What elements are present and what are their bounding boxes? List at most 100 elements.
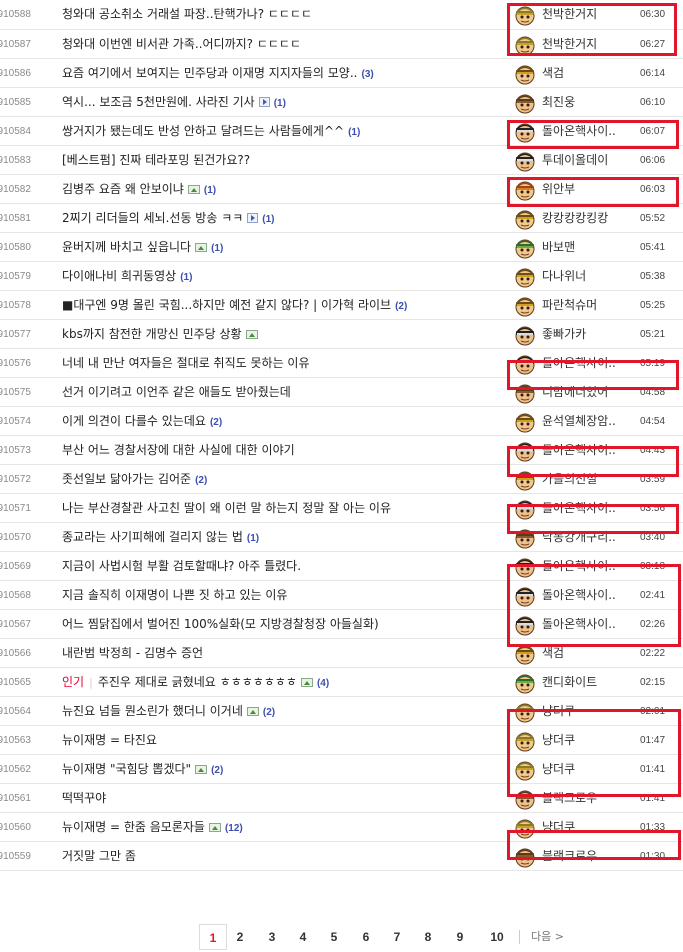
next-page-link[interactable]: 다음 >: [531, 924, 564, 950]
author-nickname[interactable]: 블랙크로우: [542, 784, 597, 813]
comment-count[interactable]: (2): [263, 707, 275, 718]
comment-count[interactable]: (4): [317, 678, 329, 689]
post-title-link[interactable]: 뉴이재명 = 타진요: [62, 733, 157, 747]
comment-count[interactable]: (3): [361, 69, 373, 80]
post-title-link[interactable]: 선거 이기려고 이언주 같은 애들도 받아줬는데: [62, 385, 291, 399]
avatar-icon: [514, 411, 536, 433]
comment-count[interactable]: (1): [180, 272, 192, 283]
author-nickname[interactable]: 돌아온핵사이..: [542, 581, 616, 610]
post-title-link[interactable]: 뉴이재명 "국힘당 뽑겠다": [62, 762, 191, 776]
author-nickname[interactable]: 돌아온핵사이..: [542, 494, 616, 523]
post-title-link[interactable]: 쌍거지가 됐는데도 반성 안하고 달려드는 사람들에게^^: [62, 124, 344, 138]
page-link-8[interactable]: 8: [421, 924, 435, 950]
post-title-link[interactable]: 나는 부산경찰관 사고친 딸이 왜 이런 말 하는지 정말 잘 아는 이유: [62, 501, 391, 515]
comment-count[interactable]: (2): [211, 765, 223, 776]
author-nickname[interactable]: 가을의전설: [542, 465, 597, 494]
author-nickname[interactable]: 돌아온핵사이..: [542, 349, 616, 378]
author-nickname[interactable]: 최진웅: [542, 88, 575, 117]
post-title-cell: 좃선일보 닮아가는 김어준 (2): [62, 465, 207, 495]
author-nickname[interactable]: 좋빠가카: [542, 320, 586, 349]
comment-count[interactable]: (1): [262, 214, 274, 225]
comment-count[interactable]: (1): [211, 243, 223, 254]
comment-count[interactable]: (1): [274, 98, 286, 109]
post-title-link[interactable]: 다이애나비 희귀동영상: [62, 269, 176, 283]
page-link-6[interactable]: 6: [359, 924, 373, 950]
author-nickname[interactable]: 천박한거지: [542, 30, 597, 59]
author-nickname[interactable]: 냥더쿠: [542, 755, 575, 784]
post-title-link[interactable]: 부산 어느 경찰서장에 대한 사실에 대한 이야기: [62, 443, 295, 457]
author-nickname[interactable]: 색검: [542, 59, 564, 88]
author-nickname[interactable]: 위안부: [542, 175, 575, 204]
post-title-link[interactable]: 뉴진요 넘들 뭔소린가 했더니 이거네: [62, 704, 243, 718]
avatar-icon: [514, 34, 536, 56]
author-nickname[interactable]: 돌아온핵사이..: [542, 117, 616, 146]
post-title-link[interactable]: 좃선일보 닮아가는 김어준: [62, 472, 191, 486]
table-row: 3910585 역시... 보조금 5천만원에. 사라진 기사 (1) 최진웅 06:1…: [0, 88, 683, 117]
author-nickname[interactable]: 돌아온핵사이..: [542, 436, 616, 465]
author-nickname[interactable]: 냥더쿠: [542, 726, 575, 755]
page-link-5[interactable]: 5: [327, 924, 341, 950]
post-title-link[interactable]: 청와대 공소취소 거래설 파장..탄핵가나? ㄷㄷㄷㄷ: [62, 7, 312, 21]
post-title-link[interactable]: 너네 내 만난 여자들은 절대로 취직도 못하는 이유: [62, 356, 310, 370]
post-title-link[interactable]: 주진우 제대로 긁혔네요 ㅎㅎㅎㅎㅎㅎㅎ: [98, 675, 297, 689]
post-title-link[interactable]: 거짓말 그만 좀: [62, 849, 136, 863]
post-title-link[interactable]: 떡떡꾸야: [62, 791, 106, 805]
post-title-link[interactable]: kbs까지 참전한 개망신 민주당 상황: [62, 327, 242, 341]
post-title-link[interactable]: ■대구엔 9명 몰린 국힘...하지만 예전 같지 않다? | 이가혁 라이브: [62, 298, 391, 312]
comment-count[interactable]: (2): [210, 417, 222, 428]
author-nickname[interactable]: 천박한거지: [542, 0, 597, 29]
page-link-4[interactable]: 4: [296, 924, 310, 950]
post-title-link[interactable]: 이게 의견이 다를수 있는데요: [62, 414, 206, 428]
comment-count[interactable]: (1): [348, 127, 360, 138]
post-title-cell: 어느 찜닭집에서 벌어진 100%실화(모 지방경찰청장 아들실화): [62, 610, 379, 639]
post-title-link[interactable]: 어느 찜닭집에서 벌어진 100%실화(모 지방경찰청장 아들실화): [62, 617, 379, 631]
author-nickname[interactable]: 블랙크로우: [542, 842, 597, 871]
page-link-1[interactable]: 1: [199, 924, 227, 950]
badge-divider: |: [89, 676, 93, 689]
post-title-link[interactable]: 청와대 이번엔 비서관 가족..어디까지? ㄷㄷㄷㄷ: [62, 37, 301, 51]
author-nickname[interactable]: 캔디화이트: [542, 668, 597, 697]
author-nickname[interactable]: 색검: [542, 639, 564, 668]
post-title-link[interactable]: 김병주 요즘 왜 안보이냐: [62, 182, 184, 196]
page-link-2[interactable]: 2: [233, 924, 247, 950]
post-number: 3910574: [0, 416, 31, 427]
post-title-link[interactable]: 요즘 여기에서 보여지는 민주당과 이재명 지지자들의 모양..: [62, 66, 357, 80]
post-title-link[interactable]: 역시... 보조금 5천만원에. 사라진 기사: [62, 95, 255, 109]
table-row: 3910579 다이애나비 희귀동영상 (1) 다나위너 05:38: [0, 262, 683, 291]
comment-count[interactable]: (2): [395, 301, 407, 312]
page-link-10[interactable]: 10: [486, 924, 508, 950]
comment-count[interactable]: (12): [225, 823, 243, 834]
comment-count[interactable]: (2): [195, 475, 207, 486]
post-title-link[interactable]: 윤버지께 바치고 싶읍니다: [62, 240, 191, 254]
author-nickname[interactable]: 냥더쿠: [542, 697, 575, 726]
author-nickname[interactable]: 돌아온핵사이..: [542, 610, 616, 639]
comment-count[interactable]: (1): [204, 185, 216, 196]
post-number: 3910584: [0, 126, 31, 137]
author-nickname[interactable]: 냥더쿠: [542, 813, 575, 842]
author-nickname[interactable]: 낙동강개구리..: [542, 523, 616, 552]
author-nickname[interactable]: 파란척슈머: [542, 291, 597, 320]
comment-count[interactable]: (1): [247, 533, 259, 544]
page-link-7[interactable]: 7: [390, 924, 404, 950]
author-nickname[interactable]: 다나위너: [542, 262, 586, 291]
post-number: 3910563: [0, 735, 31, 746]
author-nickname[interactable]: 니맘에너있어: [542, 378, 608, 407]
post-title-link[interactable]: 내란범 박정희 - 김명수 증언: [62, 646, 203, 660]
page-link-9[interactable]: 9: [453, 924, 467, 950]
page-link-3[interactable]: 3: [265, 924, 279, 950]
post-title-link[interactable]: 지금이 사법시험 부활 검토할때냐? 아주 틀렸다.: [62, 559, 301, 573]
post-title-link[interactable]: 종교라는 사기피해에 걸리지 않는 법: [62, 530, 243, 544]
post-list: 3910588 청와대 공소취소 거래설 파장..탄핵가나? ㄷㄷㄷㄷ 천박한거지 0…: [0, 0, 683, 871]
post-number: 3910588: [0, 9, 31, 20]
post-number: 3910585: [0, 97, 31, 108]
author-nickname[interactable]: 돌아온핵사이..: [542, 552, 616, 581]
author-nickname[interactable]: 투데이올데이: [542, 146, 608, 175]
post-title-link[interactable]: 2찌기 리더들의 세뇌.선동 방송 ㅋㅋ: [62, 211, 243, 225]
table-row: 3910562 뉴이재명 "국힘당 뽑겠다" (2) 냥더쿠 01:41: [0, 755, 683, 784]
author-nickname[interactable]: 바보맨: [542, 233, 575, 262]
post-title-link[interactable]: 지금 솔직히 이재명이 나쁜 짓 하고 있는 이유: [62, 588, 287, 602]
author-nickname[interactable]: 캉캉캉캉킹캉: [542, 204, 608, 233]
author-nickname[interactable]: 윤석열쳬장암..: [542, 407, 616, 436]
post-title-link[interactable]: [베스트펌] 진짜 테라포밍 된건가요??: [62, 153, 250, 167]
post-title-link[interactable]: 뉴이재명 = 한줌 음모론자들: [62, 820, 205, 834]
